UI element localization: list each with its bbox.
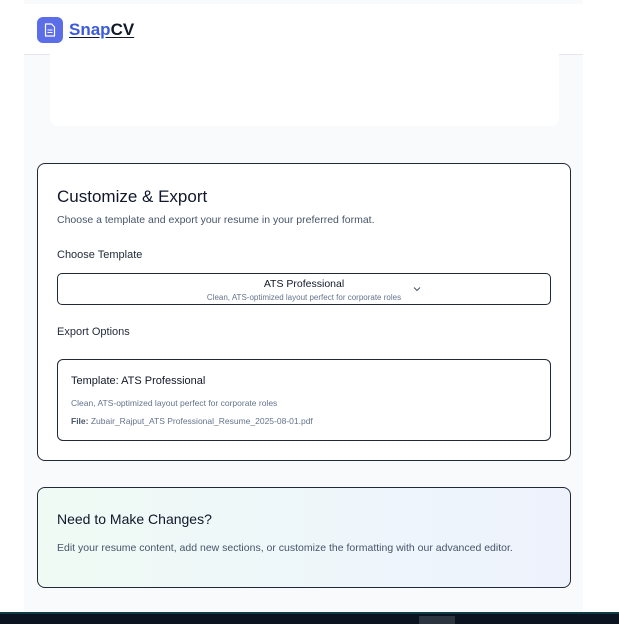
taskbar-item[interactable] <box>419 616 455 624</box>
summary-template-description: Clean, ATS-optimized layout perfect for … <box>71 398 278 408</box>
chevron-down-icon <box>413 287 421 292</box>
taskbar <box>0 612 619 624</box>
file-name: Zubair_Rajput_ATS Professional_Resume_20… <box>90 416 313 426</box>
resume-preview-card <box>50 50 559 126</box>
export-title: Customize & Export <box>57 187 208 206</box>
selected-template-name: ATS Professional <box>263 278 345 290</box>
logo[interactable] <box>37 17 63 43</box>
make-changes-card: Need to Make Changes? Edit your resume c… <box>37 487 571 588</box>
summary-template-title: Template: ATS Professional <box>71 375 206 387</box>
customize-export-card: Customize & Export Choose a template and… <box>37 163 571 461</box>
changes-title: Need to Make Changes? <box>57 511 212 527</box>
brand-link[interactable]: SnapCV <box>69 20 134 40</box>
app-header: SnapCV <box>24 4 583 55</box>
changes-description: Edit your resume content, add new sectio… <box>57 542 513 554</box>
selected-template-description: Clean, ATS-optimized layout perfect for … <box>206 293 402 302</box>
export-summary-box: Template: ATS Professional Clean, ATS-op… <box>57 359 551 441</box>
template-select[interactable]: ATS Professional Clean, ATS-optimized la… <box>57 273 551 305</box>
export-options-label: Export Options <box>57 326 130 338</box>
brand-name-snap: Snap <box>69 20 111 39</box>
file-label: File: <box>71 416 89 426</box>
export-description: Choose a template and export your resume… <box>57 214 375 226</box>
document-icon <box>44 23 56 37</box>
brand-name-cv: CV <box>110 20 135 39</box>
choose-template-label: Choose Template <box>57 249 143 261</box>
summary-file: File: Zubair_Rajput_ATS Professional_Res… <box>71 416 313 426</box>
